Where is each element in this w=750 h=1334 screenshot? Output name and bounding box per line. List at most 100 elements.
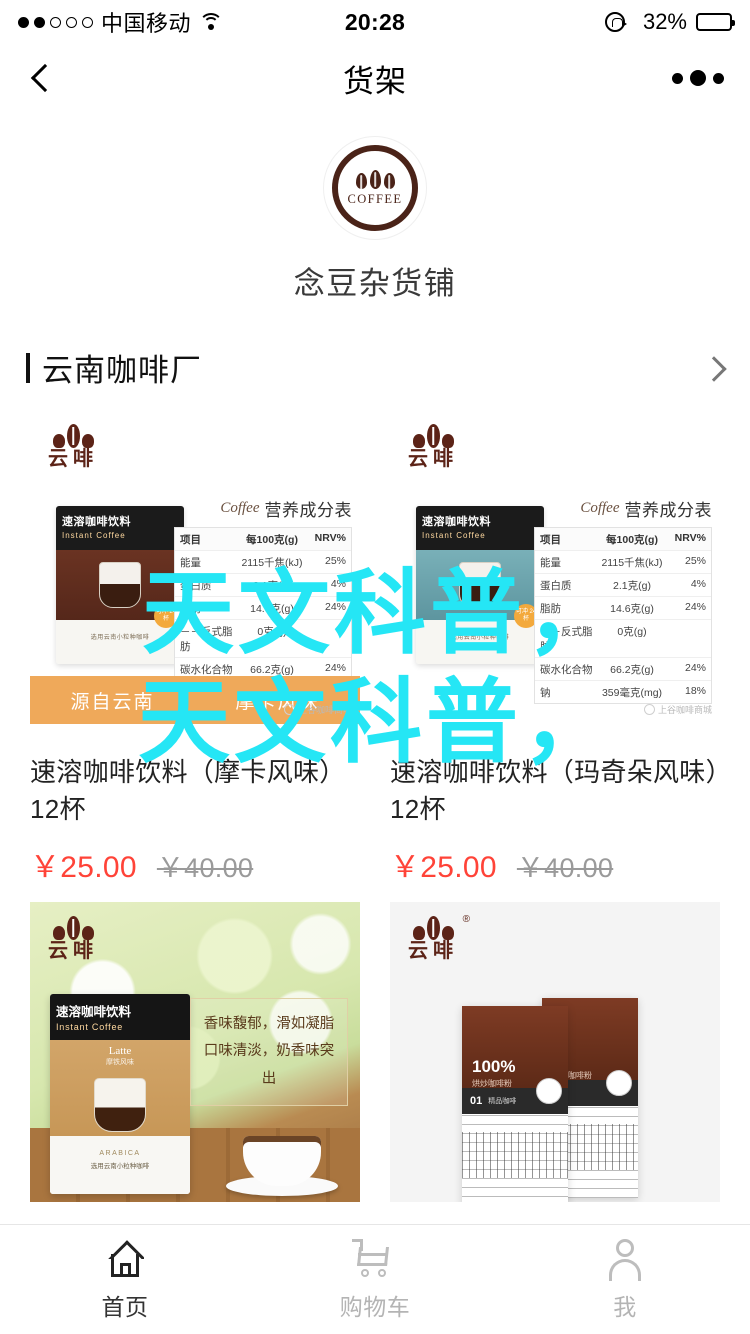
tab-profile-label: 我 (613, 1294, 637, 1320)
table-row: 项目 每100克(g) NRV% (175, 528, 351, 551)
col-nrv: NRV% (674, 531, 706, 544)
banner-left-text: 源自云南 (70, 691, 155, 713)
tab-cart[interactable]: 购物车 (250, 1237, 500, 1322)
section-accent-bar (26, 352, 30, 383)
nutrition-title: 营养成分表 (264, 501, 352, 520)
cell-item: 碳水化合物 (180, 663, 233, 676)
table-row: 能量 2115千焦(kJ) 25% (535, 551, 711, 574)
product-original-price: ￥40.00 (156, 852, 254, 883)
box-title-cn: 速溶咖啡饮料 (56, 1004, 132, 1019)
navigation-bar: 货架 (0, 44, 750, 112)
tab-home[interactable]: 首页 (0, 1237, 250, 1322)
battery-icon (696, 13, 735, 31)
nutrition-table: Coffee 营养成分表 项目 每100克(g) NRV% 能量 2115千焦(… (534, 496, 712, 704)
product-card[interactable]: 云啡 速溶咖啡饮料 Instant Coffee 可冲 24杯 选用云南小粒种咖… (390, 410, 720, 902)
cell-nrv: 4% (330, 577, 346, 590)
section-header[interactable]: 云南咖啡厂 (0, 329, 750, 410)
shop-header: COFFEE 念豆杂货铺 (0, 112, 750, 329)
coffee-cup-photo (226, 1130, 338, 1196)
col-value: 每100克(g) (246, 533, 298, 546)
cell-nrv: 25% (324, 554, 346, 567)
status-bar: 中国移动 20:28 32% (0, 0, 750, 44)
user-icon (602, 1237, 648, 1281)
box-title-cn: 速溶咖啡饮料 (62, 516, 131, 528)
app-screen: 中国移动 20:28 32% 货架 COFFEE 念豆杂货铺 云南咖啡厂 云啡 … (0, 0, 750, 1334)
coffee-box-art: 速溶咖啡饮料 Instant Coffee 可冲 24杯 选用云南小粒种咖啡 (416, 506, 544, 664)
product-grid: 云啡 速溶咖啡饮料 Instant Coffee 可冲 24杯 选用云南小粒种咖… (0, 410, 750, 1202)
logo-word: COFFEE (347, 191, 403, 206)
col-item: 项目 (540, 533, 561, 546)
promo-text-box: 香味馥郁，滑如凝脂 口味清淡，奶香味突出 (190, 997, 348, 1107)
box-title-en: Instant Coffee (422, 531, 486, 540)
cell-item: 脂肪 (540, 602, 561, 615)
cell-nrv (306, 624, 346, 654)
cell-nrv: 24% (684, 661, 706, 674)
table-row: 脂肪 14.6克(g) 24% (175, 597, 351, 620)
cell-nrv: 24% (324, 661, 346, 674)
cell-value: 359毫克(mg) (601, 686, 663, 699)
cart-icon (352, 1237, 398, 1279)
shop-mark-icon (283, 704, 295, 715)
nutrition-table: Coffee 营养成分表 项目 每100克(g) NRV% 能量 2115千焦(… (174, 496, 352, 704)
product-card[interactable]: 云啡 速溶咖啡饮料 Instant Coffee 可冲 24杯 选用云南小粒种咖… (30, 410, 360, 902)
col-nrv: NRV% (314, 531, 346, 544)
cell-value: 14.6克(g) (250, 602, 294, 615)
cell-nrv: 25% (684, 554, 706, 567)
cell-nrv: 18% (684, 684, 706, 697)
bag-percent: 100% (472, 1056, 516, 1076)
table-row: 碳水化合物 66.2克(g) 24% (535, 658, 711, 681)
table-row: 蛋白质 2.1克(g) 4% (175, 574, 351, 597)
yunfei-brand-logo: ® 云啡 (408, 914, 470, 961)
page-title: 货架 (343, 63, 407, 99)
latte-box-art: 速溶咖啡饮料 Instant Coffee Latte 摩铁风味 ARABICA… (50, 993, 190, 1194)
cell-item: 钠 (540, 686, 551, 699)
shop-logo[interactable]: COFFEE (323, 136, 427, 240)
yunfei-brand-logo: 云啡 (48, 424, 98, 469)
cell-value: 14.6克(g) (610, 602, 654, 615)
cell-item: －－反式脂肪 (180, 625, 233, 653)
cell-value: 0克(g) (257, 625, 287, 638)
coffee-bean-logo: COFFEE (332, 145, 418, 231)
cell-value: 2.1克(g) (253, 579, 291, 592)
brand-name: 云啡 (48, 939, 98, 962)
cell-nrv: 24% (324, 600, 346, 613)
bag-number: 01 (470, 1094, 483, 1107)
yunfei-brand-logo: 云啡 (408, 424, 458, 469)
shop-watermark: 上谷咖啡商城 (283, 703, 352, 716)
coffee-script-label: Coffee (220, 500, 260, 516)
box-title-cn: 速溶咖啡饮料 (422, 516, 491, 528)
cell-item: －－反式脂肪 (540, 625, 593, 653)
bag-label: 精品咖啡 (488, 1097, 517, 1105)
product-image: 云啡 速溶咖啡饮料 Instant Coffee 可冲 24杯 选用云南小粒种咖… (390, 410, 720, 740)
tab-cart-label: 购物车 (339, 1294, 411, 1320)
cell-value: 2.1克(g) (613, 579, 651, 592)
product-image: ® 云啡 %烘炒咖啡粉 100% 烘炒咖啡粉 (390, 901, 720, 1202)
table-row: －－反式脂肪 0克(g) (535, 620, 711, 658)
tab-profile[interactable]: 我 (500, 1237, 750, 1322)
cell-nrv (666, 624, 706, 654)
cell-item: 能量 (540, 556, 561, 569)
product-card[interactable]: ® 云啡 %烘炒咖啡粉 100% 烘炒咖啡粉 (390, 901, 720, 1202)
cell-value: 66.2克(g) (250, 663, 294, 676)
box-title-en: Instant Coffee (62, 531, 126, 540)
registered-mark: ® (462, 913, 470, 925)
chevron-right-icon[interactable] (702, 357, 724, 379)
product-image: 云啡 速溶咖啡饮料 Instant Coffee Latte 摩铁风味 ARAB… (30, 901, 360, 1202)
coffee-script-label: Coffee (580, 500, 620, 516)
cell-value: 0克(g) (617, 625, 647, 638)
box-desc: 选用云南小粒种咖啡 (90, 1162, 150, 1170)
col-value: 每100克(g) (606, 533, 658, 546)
variant-label: Latte (108, 1044, 132, 1057)
cell-item: 蛋白质 (180, 579, 212, 592)
product-prices: ￥25.00 ￥40.00 (30, 842, 360, 902)
product-card[interactable]: 云啡 速溶咖啡饮料 Instant Coffee Latte 摩铁风味 ARAB… (30, 901, 360, 1202)
shop-name: 念豆杂货铺 (293, 266, 457, 301)
table-row: 能量 2115千焦(kJ) 25% (175, 551, 351, 574)
product-price: ￥25.00 (390, 850, 497, 884)
product-title: 速溶咖啡饮料（玛奇朵风味）12杯 (390, 757, 719, 824)
cell-nrv: 4% (690, 577, 706, 590)
box-title-en: Instant Coffee (56, 1021, 124, 1032)
promo-banner: 源自云南 摩卡风味 (30, 676, 360, 724)
nutrition-title: 营养成分表 (624, 501, 712, 520)
table-row: 钠 359毫克(mg) 18% (535, 681, 711, 703)
